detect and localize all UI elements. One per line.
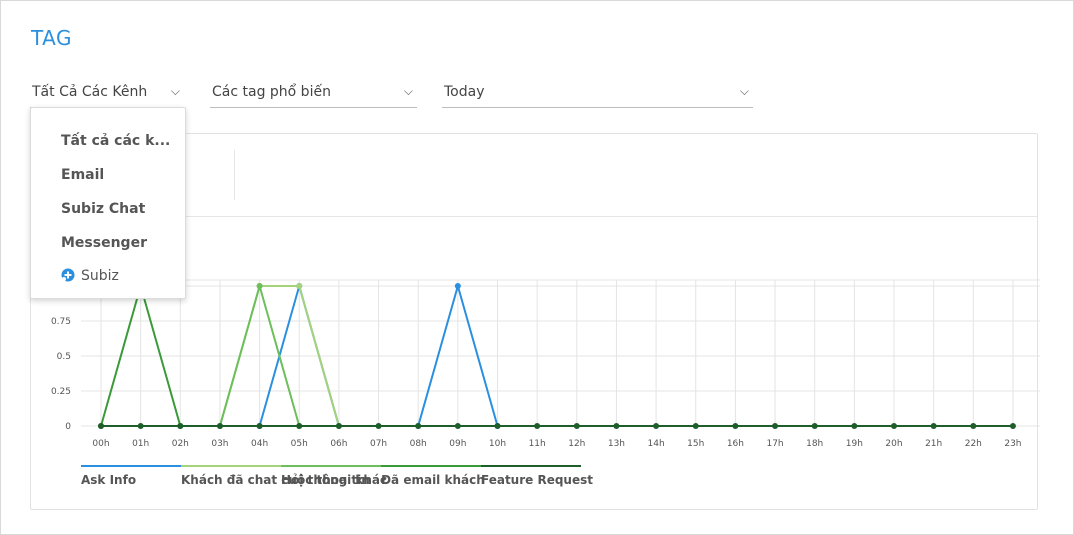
legend-swatch: [481, 465, 581, 467]
chart-axis: 0 0.25 0.5 0.75 00h 01h 02h 03h 04h 05h 06h 07h 08h 0…: [51, 317, 1022, 449]
data-point: [1009, 423, 1016, 429]
dropdown-item-subiz-label: Subiz: [81, 268, 119, 284]
data-point: [653, 423, 660, 429]
data-point: [494, 423, 501, 429]
legend-item[interactable]: Feature Request: [481, 465, 593, 493]
series-4: [98, 423, 1016, 429]
y-tick-label: 0.5: [57, 352, 71, 362]
data-point: [98, 423, 104, 429]
data-point: [137, 423, 144, 429]
x-tick-label: 06h: [330, 439, 347, 449]
dropdown-item-messenger[interactable]: Messenger: [61, 235, 147, 251]
dropdown-item-email[interactable]: Email: [61, 167, 104, 183]
data-point: [930, 423, 937, 429]
x-tick-label: 16h: [727, 439, 744, 449]
x-tick-label: 09h: [449, 439, 466, 449]
data-point: [296, 423, 303, 429]
x-tick-label: 05h: [291, 439, 308, 449]
legend-label: Feature Request: [481, 473, 593, 487]
x-tick-label: 19h: [846, 439, 863, 449]
data-point: [415, 423, 422, 429]
x-tick-label: 07h: [370, 439, 387, 449]
data-point: [811, 423, 818, 429]
x-tick-label: 22h: [965, 439, 982, 449]
x-tick-label: 17h: [766, 439, 783, 449]
chart-legend: Ask Info Khách đã chat cuộc thoại khác Hỏi…: [0, 465, 1074, 495]
subiz-logo-icon: [61, 268, 75, 282]
data-point: [296, 283, 303, 289]
data-point: [454, 423, 461, 429]
data-point: [573, 423, 580, 429]
channel-dropdown-menu: Tất cả các k... Email Subiz Chat Messeng…: [30, 107, 186, 299]
y-tick-label: 0: [65, 422, 71, 432]
y-tick-label: 0.25: [51, 387, 71, 397]
data-point: [970, 423, 977, 429]
x-tick-label: 23h: [1004, 439, 1021, 449]
x-tick-label: 11h: [529, 439, 546, 449]
data-point: [534, 423, 541, 429]
x-tick-label: 14h: [648, 439, 665, 449]
x-tick-label: 02h: [172, 439, 189, 449]
legend-swatch: [381, 465, 481, 467]
data-point: [891, 423, 897, 429]
x-tick-label: 01h: [132, 439, 149, 449]
dropdown-item-subiz[interactable]: Subiz: [61, 268, 119, 284]
data-point: [454, 283, 461, 289]
legend-swatch: [281, 465, 381, 467]
x-tick-label: 20h: [885, 439, 902, 449]
x-tick-label: 21h: [925, 439, 942, 449]
legend-label: Hỏi thông tin: [281, 473, 370, 487]
legend-item[interactable]: Đã email khách: [381, 465, 485, 493]
x-tick-label: 12h: [568, 439, 585, 449]
data-point: [256, 423, 263, 429]
legend-swatch: [181, 465, 281, 467]
legend-swatch: [81, 465, 181, 467]
x-tick-label: 18h: [806, 439, 823, 449]
x-tick-label: 10h: [489, 439, 506, 449]
legend-label: Ask Info: [81, 473, 137, 487]
x-tick-label: 15h: [687, 439, 704, 449]
legend-item[interactable]: Khách đã chat cuộc thoại khác: [181, 465, 387, 493]
data-point: [216, 423, 223, 429]
legend-label: Đã email khách: [381, 473, 485, 487]
data-point: [851, 423, 858, 429]
data-point: [613, 423, 620, 429]
y-tick-label: 0.75: [51, 317, 71, 327]
legend-item[interactable]: Ask Info: [81, 465, 181, 493]
data-point: [772, 423, 779, 429]
data-point: [375, 423, 382, 429]
data-point: [732, 423, 739, 429]
data-point: [335, 423, 342, 429]
chart-grid: [81, 279, 1040, 427]
dropdown-item-all-channels[interactable]: Tất cả các k...: [61, 133, 170, 149]
x-tick-label: 04h: [251, 439, 268, 449]
dropdown-item-subiz-chat[interactable]: Subiz Chat: [61, 201, 145, 217]
data-point: [256, 283, 263, 289]
data-point: [692, 423, 699, 429]
x-tick-label: 00h: [92, 439, 109, 449]
data-point: [177, 423, 184, 429]
x-tick-label: 13h: [608, 439, 625, 449]
x-tick-label: 03h: [211, 439, 228, 449]
legend-item[interactable]: Hỏi thông tin: [281, 465, 381, 493]
x-tick-label: 08h: [410, 439, 427, 449]
